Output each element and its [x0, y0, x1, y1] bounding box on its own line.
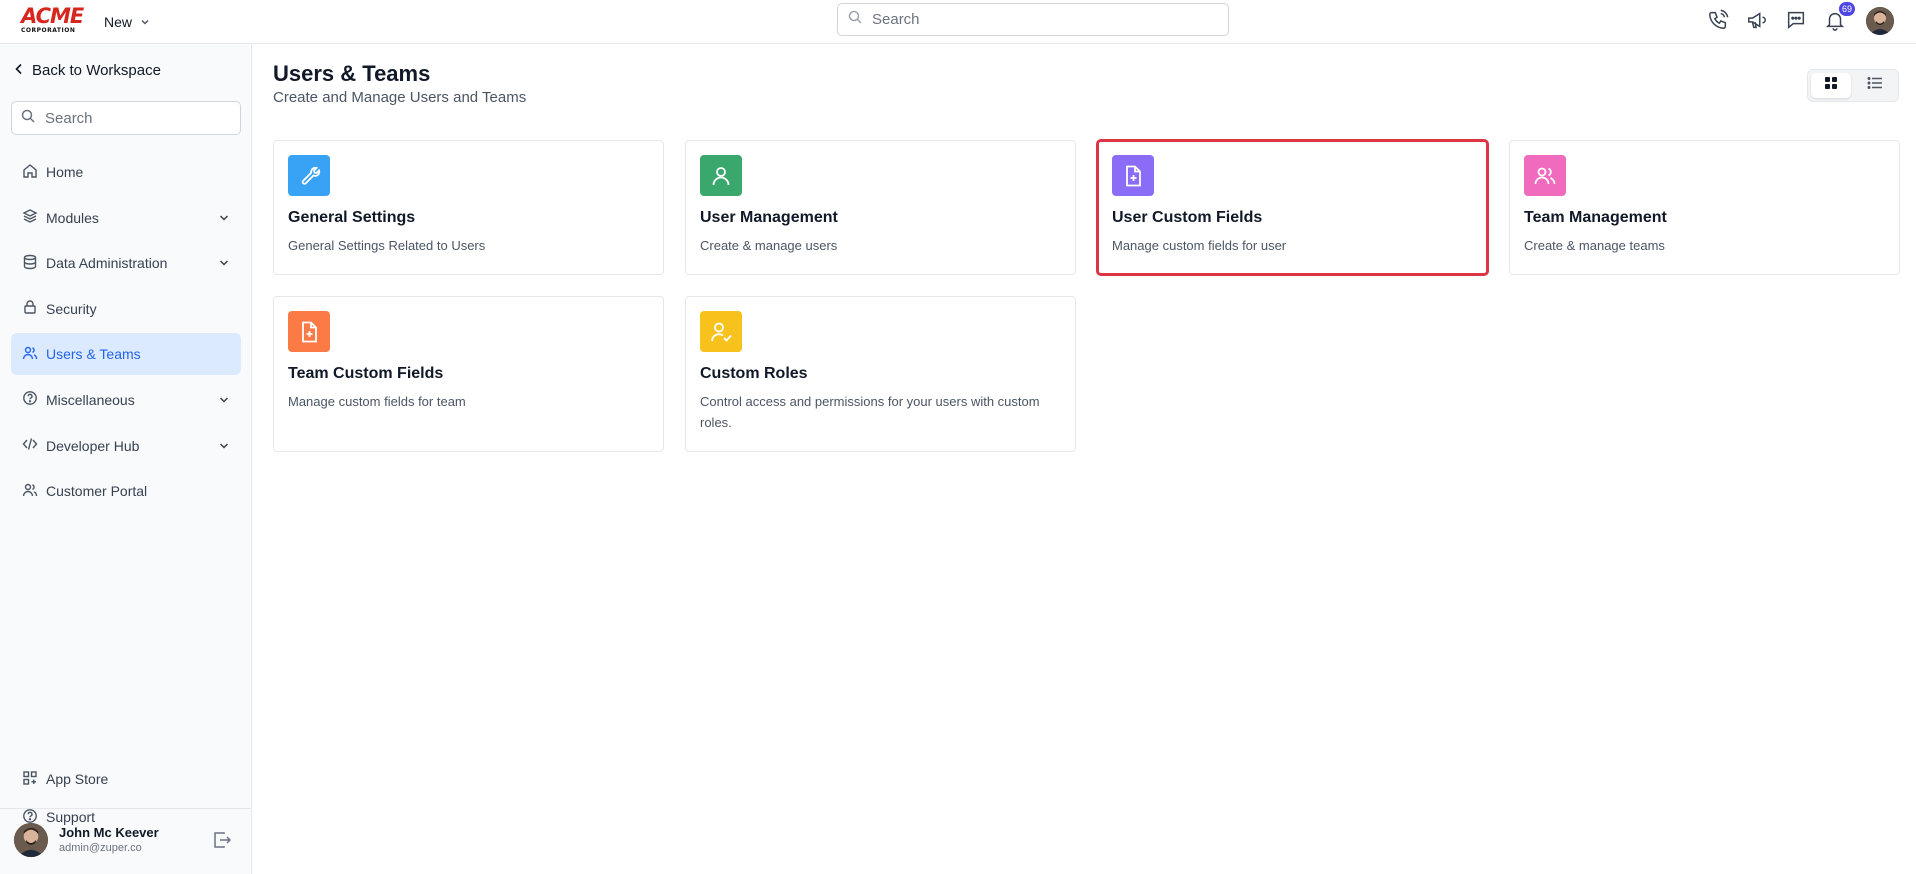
- chevron-down-icon: [218, 439, 230, 455]
- sidebar-item-label: Home: [46, 164, 84, 180]
- layers-icon: [22, 208, 38, 227]
- company-logo[interactable]: ACME CORPORATION: [21, 5, 85, 35]
- sidebar: Back to Workspace Home Modules Data Admi…: [0, 45, 252, 874]
- card-description: General Settings Related to Users: [288, 238, 486, 253]
- grid-icon: [1824, 76, 1838, 95]
- sidebar-item-label: Miscellaneous: [46, 391, 135, 408]
- sidebar-search-input[interactable]: [45, 109, 240, 127]
- list-icon: [1867, 76, 1883, 95]
- sidebar-item-users-teams[interactable]: Users & Teams: [11, 333, 241, 376]
- card-general-settings[interactable]: General Settings General Settings Relate…: [273, 140, 664, 275]
- notification-badge: 69: [1838, 2, 1855, 16]
- new-button-label: New: [104, 14, 133, 30]
- user-check-icon: [700, 311, 742, 352]
- chevron-down-icon: [218, 256, 230, 272]
- user-profile-card: John Mc Keever admin@zuper.co: [0, 808, 252, 874]
- card-title: Team Custom Fields: [288, 365, 444, 382]
- top-bar: ACME CORPORATION New 69: [0, 0, 1916, 44]
- file-plus-icon: [1112, 155, 1154, 196]
- card-title: General Settings: [288, 209, 416, 226]
- new-button[interactable]: New: [104, 11, 150, 33]
- sidebar-item-data-administration[interactable]: Data Administration: [11, 242, 241, 284]
- card-description: Manage custom fields for user: [1112, 238, 1287, 253]
- card-description: Create & manage users: [700, 238, 838, 253]
- home-icon: [22, 163, 38, 182]
- sidebar-item-developer-hub[interactable]: Developer Hub: [11, 425, 241, 467]
- sidebar-item-security[interactable]: Security: [11, 288, 241, 330]
- chevron-left-icon: [14, 62, 24, 79]
- back-to-workspace-link[interactable]: Back to Workspace: [14, 62, 161, 79]
- logo-text: ACME: [21, 4, 84, 28]
- code-icon: [22, 436, 38, 455]
- view-toggle: [1807, 69, 1899, 102]
- card-team-management[interactable]: Team Management Create & manage teams: [1509, 140, 1900, 275]
- sidebar-item-label: App Store: [46, 771, 109, 787]
- card-user-custom-fields[interactable]: User Custom Fields Manage custom fields …: [1096, 139, 1489, 276]
- avatar[interactable]: [1866, 7, 1894, 35]
- sidebar-search[interactable]: [11, 101, 241, 135]
- user-name: John Mc Keever: [59, 825, 159, 840]
- sidebar-item-label: Data Administration: [46, 255, 168, 272]
- card-custom-roles[interactable]: Custom Roles Control access and permissi…: [685, 296, 1076, 452]
- card-title: Custom Roles: [700, 365, 808, 382]
- card-user-management[interactable]: User Management Create & manage users: [685, 140, 1076, 275]
- sidebar-item-label: Modules: [46, 209, 99, 226]
- sidebar-item-label: Customer Portal: [46, 483, 148, 500]
- sidebar-item-customer-portal[interactable]: Customer Portal: [11, 470, 241, 512]
- grid-view-button[interactable]: [1811, 73, 1851, 98]
- header-actions: 69: [1706, 2, 1855, 32]
- user-email: admin@zuper.co: [59, 842, 142, 854]
- users-icon: [1524, 155, 1566, 196]
- global-search[interactable]: [837, 3, 1229, 36]
- search-icon: [848, 10, 862, 29]
- file-plus-icon: [288, 311, 330, 352]
- sidebar-item-home[interactable]: Home: [11, 151, 241, 193]
- card-title: Team Management: [1524, 209, 1667, 226]
- sidebar-item-modules[interactable]: Modules: [11, 197, 241, 239]
- sidebar-item-label: Users & Teams: [46, 346, 141, 363]
- database-icon: [22, 254, 38, 273]
- logout-icon[interactable]: [212, 830, 232, 855]
- search-icon: [21, 109, 35, 128]
- phone-icon[interactable]: [1706, 8, 1730, 32]
- wrench-icon: [288, 155, 330, 196]
- card-team-custom-fields[interactable]: Team Custom Fields Manage custom fields …: [273, 296, 664, 452]
- page-subtitle: Create and Manage Users and Teams: [273, 89, 527, 106]
- chevron-down-icon: [218, 211, 230, 227]
- card-description: Control access and permissions for your …: [700, 394, 1040, 430]
- bell-icon[interactable]: 69: [1823, 2, 1855, 32]
- sidebar-item-label: Developer Hub: [46, 437, 140, 454]
- card-title: User Management: [700, 209, 838, 226]
- user-icon: [700, 155, 742, 196]
- card-description: Manage custom fields for team: [288, 394, 466, 409]
- megaphone-icon[interactable]: [1745, 8, 1769, 32]
- sidebar-nav: Home Modules Data Administration Securit…: [11, 151, 241, 516]
- card-title: User Custom Fields: [1112, 209, 1263, 226]
- page-title: Users & Teams: [273, 61, 431, 86]
- help-circle-icon: [22, 390, 38, 409]
- card-description: Create & manage teams: [1524, 238, 1665, 253]
- back-link-label: Back to Workspace: [32, 62, 161, 79]
- sidebar-item-miscellaneous[interactable]: Miscellaneous: [11, 379, 241, 421]
- chat-icon[interactable]: [1784, 8, 1808, 32]
- users-icon: [22, 345, 38, 364]
- apps-icon: [22, 770, 38, 789]
- users-icon: [22, 482, 38, 501]
- chevron-down-icon: [218, 393, 230, 409]
- sidebar-item-app-store[interactable]: App Store: [11, 762, 241, 796]
- list-view-button[interactable]: [1855, 73, 1895, 98]
- logo-subtext: CORPORATION: [21, 27, 76, 34]
- chevron-down-icon: [140, 14, 150, 30]
- sidebar-item-label: Security: [46, 300, 97, 317]
- global-search-input[interactable]: [872, 11, 1228, 28]
- lock-icon: [22, 299, 38, 318]
- avatar[interactable]: [14, 823, 48, 857]
